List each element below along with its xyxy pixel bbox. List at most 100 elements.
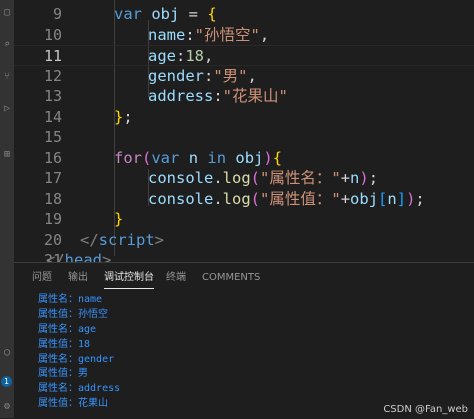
extensions-icon[interactable]: ⊞ (2, 150, 12, 160)
tab-terminal[interactable]: 终端 (166, 271, 186, 285)
code-token: log (222, 189, 251, 208)
tab-debug-console[interactable]: 调试控制台 (104, 271, 154, 289)
console-line: 属性名：age (38, 323, 97, 335)
code-token: gender (148, 66, 204, 85)
code-line[interactable]: 10 name:"孙悟空", (14, 25, 474, 46)
code-line[interactable]: 13 address:"花果山" (14, 86, 474, 107)
console-line: 属性值：孙悟空 (38, 308, 108, 320)
code-token: + (340, 169, 351, 187)
code-token: age (148, 47, 176, 65)
code-token: var (151, 148, 180, 167)
code-text: </head> (46, 250, 111, 262)
line-number: 16 (43, 148, 62, 167)
code-token: address (148, 87, 214, 105)
line-number: 20 (43, 230, 62, 249)
code-line[interactable]: 21 </head> (14, 250, 474, 262)
code-token: . (213, 189, 223, 208)
line-number: 11 (43, 47, 62, 65)
line-number: 19 (43, 210, 62, 228)
code-text: console.log("属性值："+obj[n]); (148, 189, 425, 209)
debug-console-output: 属性名：name 属性值：孙悟空 属性名：age 属性值：18 属性名：gend… (38, 292, 120, 411)
code-token: { (272, 148, 283, 167)
console-line: 属性名：gender (38, 353, 115, 365)
code-token: ; (368, 169, 379, 187)
code-text: }; (114, 107, 133, 127)
code-text: </script> (80, 230, 164, 250)
code-token: </ (80, 230, 99, 249)
bottom-panel: 问题 输出 调试控制台 终端 COMMENTS 属性名：name 属性值：孙悟空… (14, 262, 474, 419)
code-text: var obj = { (114, 4, 217, 24)
tab-comments[interactable]: COMMENTS (202, 271, 260, 285)
code-token: = (179, 5, 208, 23)
code-token: "属性名：" (260, 169, 341, 187)
code-token: , (247, 66, 257, 85)
code-token: ( (250, 169, 261, 187)
search-icon[interactable]: ⌕ (2, 40, 12, 50)
files-icon[interactable]: ▢ (2, 8, 12, 18)
code-token: ) (359, 169, 369, 187)
line-number: 14 (43, 107, 62, 126)
code-token: } (114, 107, 124, 126)
code-line[interactable]: 12 gender:"男", (14, 66, 474, 87)
code-token: "属性值：" (260, 189, 341, 208)
code-line[interactable]: 20 </script> (14, 230, 474, 251)
code-line[interactable]: 17 console.log("属性名："+n); (14, 168, 474, 189)
code-line[interactable]: 16 for(var n in obj){ (14, 148, 474, 169)
code-text: age:18, (148, 46, 213, 66)
tab-problems[interactable]: 问题 (32, 271, 52, 285)
code-text: } (114, 209, 123, 229)
code-token: ( (142, 148, 152, 167)
code-line[interactable]: 15 (14, 127, 474, 148)
code-token: : (213, 87, 223, 105)
code-token: ] (396, 189, 407, 208)
console-line: 属性名：name (38, 294, 103, 305)
code-token: console (148, 169, 214, 187)
code-token: ) (406, 189, 416, 208)
line-number: 12 (43, 66, 62, 85)
code-token: ; (415, 189, 425, 208)
code-token: , (259, 25, 270, 44)
line-number: 13 (43, 87, 62, 105)
code-line[interactable]: 19} (14, 209, 474, 230)
console-line: 属性值：男 (38, 368, 88, 380)
settings-gear-icon[interactable]: ⚙ (2, 402, 12, 412)
code-token: obj (350, 189, 379, 208)
code-token: script (98, 230, 155, 249)
code-token: </ (46, 251, 65, 262)
source-control-icon[interactable]: ⑂ (2, 72, 12, 82)
code-token: 18 (185, 47, 205, 65)
line-number: 15 (43, 128, 62, 146)
line-number: 17 (43, 169, 62, 187)
code-token: > (102, 251, 112, 262)
code-text: for(var n in obj){ (114, 148, 282, 168)
console-line: 属性值：花果山 (38, 398, 108, 410)
code-text: console.log("属性名："+n); (148, 168, 378, 188)
code-token: { (207, 5, 217, 23)
code-token: : (185, 25, 195, 44)
code-line[interactable]: 14}; (14, 107, 474, 128)
code-token: [ (378, 189, 388, 208)
code-token: ( (250, 189, 261, 208)
panel-tabs: 问题 输出 调试控制台 终端 COMMENTS (14, 263, 474, 293)
console-line: 属性值：18 (38, 338, 91, 350)
code-token: n (350, 169, 360, 187)
code-text: gender:"男", (148, 66, 257, 86)
account-icon[interactable]: ◯ (2, 348, 12, 358)
code-token: for (114, 148, 142, 167)
tab-output[interactable]: 输出 (68, 271, 88, 285)
code-token: name (148, 25, 186, 44)
code-token: var (114, 5, 142, 23)
watermark: CSDN @Fan_web (383, 404, 468, 415)
code-line[interactable]: 18 console.log("属性值："+obj[n]); (14, 189, 474, 210)
code-token: "男" (213, 66, 248, 85)
console-line: 属性名：address (38, 383, 121, 395)
run-debug-icon[interactable]: ▷ (2, 104, 12, 114)
code-token: in (207, 148, 227, 167)
code-line[interactable]: 9 var obj = { (14, 4, 474, 25)
code-editor[interactable]: 9 var obj = {10 name:"孙悟空", 11 age:18, 12 gend… (14, 0, 474, 262)
line-number: 9 (52, 5, 62, 23)
code-line[interactable]: 11 age:18, (14, 45, 474, 66)
